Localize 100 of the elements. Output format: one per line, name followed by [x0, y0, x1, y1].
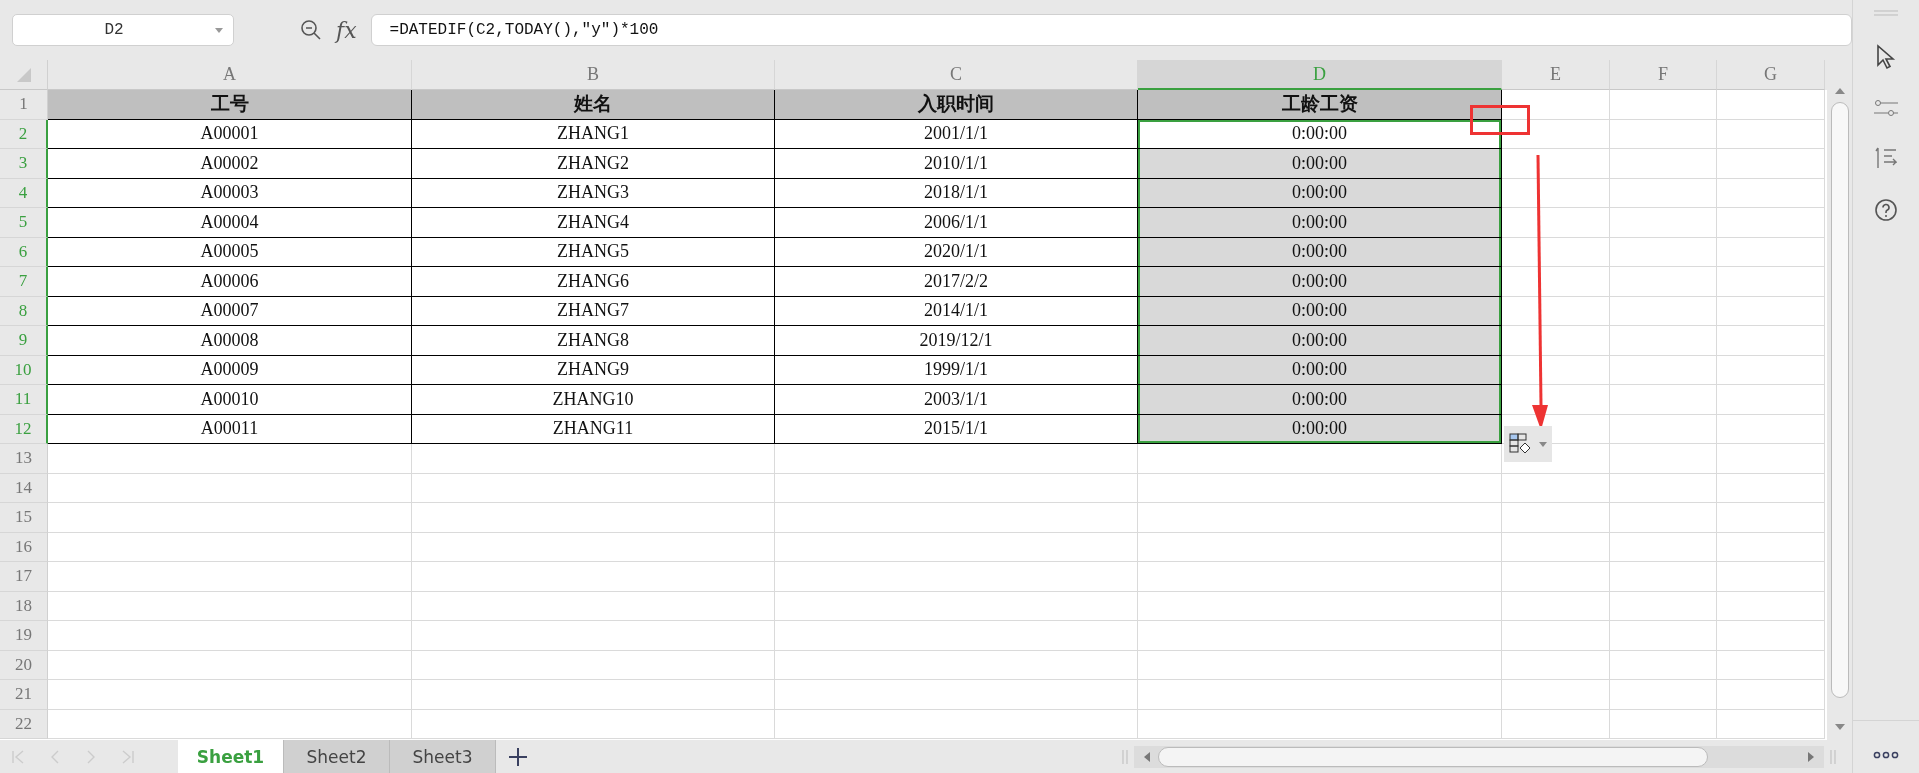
row-header[interactable]: 11 — [0, 385, 48, 415]
scroll-left-icon[interactable] — [1144, 751, 1150, 762]
sliders-icon[interactable] — [1874, 98, 1898, 118]
empty-cell[interactable] — [1610, 149, 1717, 179]
empty-cell[interactable] — [1717, 178, 1825, 208]
row-header[interactable]: 17 — [0, 562, 48, 592]
empty-cell[interactable] — [1717, 355, 1825, 385]
row-header[interactable]: 16 — [0, 532, 48, 562]
row-header[interactable]: 1 — [0, 90, 48, 120]
add-sheet-icon[interactable] — [508, 746, 528, 767]
empty-cell[interactable] — [1502, 503, 1610, 533]
empty-cell[interactable] — [1138, 532, 1502, 562]
previous-sheet-icon[interactable] — [50, 749, 60, 764]
empty-cell[interactable] — [412, 621, 775, 651]
empty-cell[interactable] — [1610, 355, 1717, 385]
empty-cell[interactable] — [1717, 473, 1825, 503]
row-header[interactable]: 13 — [0, 444, 48, 474]
empty-cell[interactable] — [1717, 562, 1825, 592]
sheet-tab[interactable]: Sheet2 — [284, 740, 390, 773]
sort-icon[interactable] — [1875, 146, 1897, 170]
scroll-thumb[interactable] — [1158, 746, 1708, 767]
empty-cell[interactable] — [1717, 237, 1825, 267]
empty-cell[interactable] — [1610, 414, 1717, 444]
sheet-tab[interactable]: Sheet3 — [390, 740, 496, 773]
row-header[interactable]: 9 — [0, 326, 48, 356]
empty-cell[interactable] — [1610, 473, 1717, 503]
empty-cell[interactable] — [1717, 591, 1825, 621]
empty-cell[interactable] — [1502, 680, 1610, 710]
empty-cell[interactable] — [1610, 385, 1717, 415]
next-sheet-icon[interactable] — [86, 749, 96, 764]
empty-cell[interactable] — [775, 473, 1138, 503]
empty-cell[interactable] — [412, 709, 775, 739]
function-label[interactable]: fx — [336, 17, 357, 43]
empty-cell[interactable] — [412, 562, 775, 592]
empty-cell[interactable] — [1717, 296, 1825, 326]
empty-cell[interactable] — [1610, 621, 1717, 651]
empty-cell[interactable] — [1610, 90, 1717, 120]
empty-cell[interactable] — [1717, 267, 1825, 297]
row-header[interactable]: 18 — [0, 591, 48, 621]
empty-cell[interactable] — [1610, 326, 1717, 356]
empty-cell[interactable] — [1717, 119, 1825, 149]
empty-cell[interactable] — [775, 532, 1138, 562]
empty-cell[interactable] — [1717, 650, 1825, 680]
row-header[interactable]: 21 — [0, 680, 48, 710]
name-box[interactable]: D2 — [12, 14, 234, 46]
empty-cell[interactable] — [775, 503, 1138, 533]
empty-cell[interactable] — [1610, 267, 1717, 297]
scroll-right-icon[interactable] — [1808, 751, 1814, 762]
row-header[interactable]: 15 — [0, 503, 48, 533]
more-icon[interactable] — [1873, 751, 1899, 759]
empty-cell[interactable] — [1610, 119, 1717, 149]
empty-cell[interactable] — [775, 444, 1138, 474]
empty-cell[interactable] — [1138, 473, 1502, 503]
empty-cell[interactable] — [1138, 650, 1502, 680]
empty-cell[interactable] — [1717, 208, 1825, 238]
column-header[interactable]: F — [1610, 60, 1717, 90]
row-header[interactable]: 14 — [0, 473, 48, 503]
empty-cell[interactable] — [412, 444, 775, 474]
column-header[interactable]: D — [1138, 60, 1502, 90]
cursor-icon[interactable] — [1876, 44, 1896, 70]
row-header[interactable]: 10 — [0, 355, 48, 385]
scroll-up-icon[interactable] — [1834, 88, 1845, 94]
empty-cell[interactable] — [775, 591, 1138, 621]
empty-cell[interactable] — [1502, 709, 1610, 739]
empty-cell[interactable] — [1138, 503, 1502, 533]
column-header[interactable]: G — [1717, 60, 1825, 90]
row-header[interactable]: 8 — [0, 296, 48, 326]
row-header[interactable]: 7 — [0, 267, 48, 297]
empty-cell[interactable] — [1610, 591, 1717, 621]
empty-cell[interactable] — [1610, 208, 1717, 238]
empty-cell[interactable] — [1717, 385, 1825, 415]
empty-cell[interactable] — [1717, 709, 1825, 739]
empty-cell[interactable] — [1502, 591, 1610, 621]
row-header[interactable]: 4 — [0, 178, 48, 208]
empty-cell[interactable] — [1502, 650, 1610, 680]
empty-cell[interactable] — [1502, 473, 1610, 503]
empty-cell[interactable] — [1138, 621, 1502, 651]
empty-cell[interactable] — [775, 650, 1138, 680]
empty-cell[interactable] — [412, 473, 775, 503]
empty-cell[interactable] — [412, 503, 775, 533]
empty-cell[interactable] — [1717, 149, 1825, 179]
row-header[interactable]: 12 — [0, 414, 48, 444]
scroll-thumb[interactable] — [1830, 102, 1849, 698]
empty-cell[interactable] — [1138, 444, 1502, 474]
empty-cell[interactable] — [412, 591, 775, 621]
empty-cell[interactable] — [1610, 680, 1717, 710]
empty-cell[interactable] — [412, 680, 775, 710]
column-header[interactable]: E — [1502, 60, 1610, 90]
empty-cell[interactable] — [1610, 296, 1717, 326]
empty-cell[interactable] — [1610, 562, 1717, 592]
empty-cell[interactable] — [1138, 591, 1502, 621]
row-header[interactable]: 5 — [0, 208, 48, 238]
empty-cell[interactable] — [1610, 650, 1717, 680]
row-header[interactable]: 6 — [0, 237, 48, 267]
empty-cell[interactable] — [1610, 709, 1717, 739]
empty-cell[interactable] — [1717, 414, 1825, 444]
empty-cell[interactable] — [1717, 90, 1825, 120]
select-all-icon[interactable] — [16, 67, 31, 82]
empty-cell[interactable] — [1717, 444, 1825, 474]
empty-cell[interactable] — [1610, 178, 1717, 208]
